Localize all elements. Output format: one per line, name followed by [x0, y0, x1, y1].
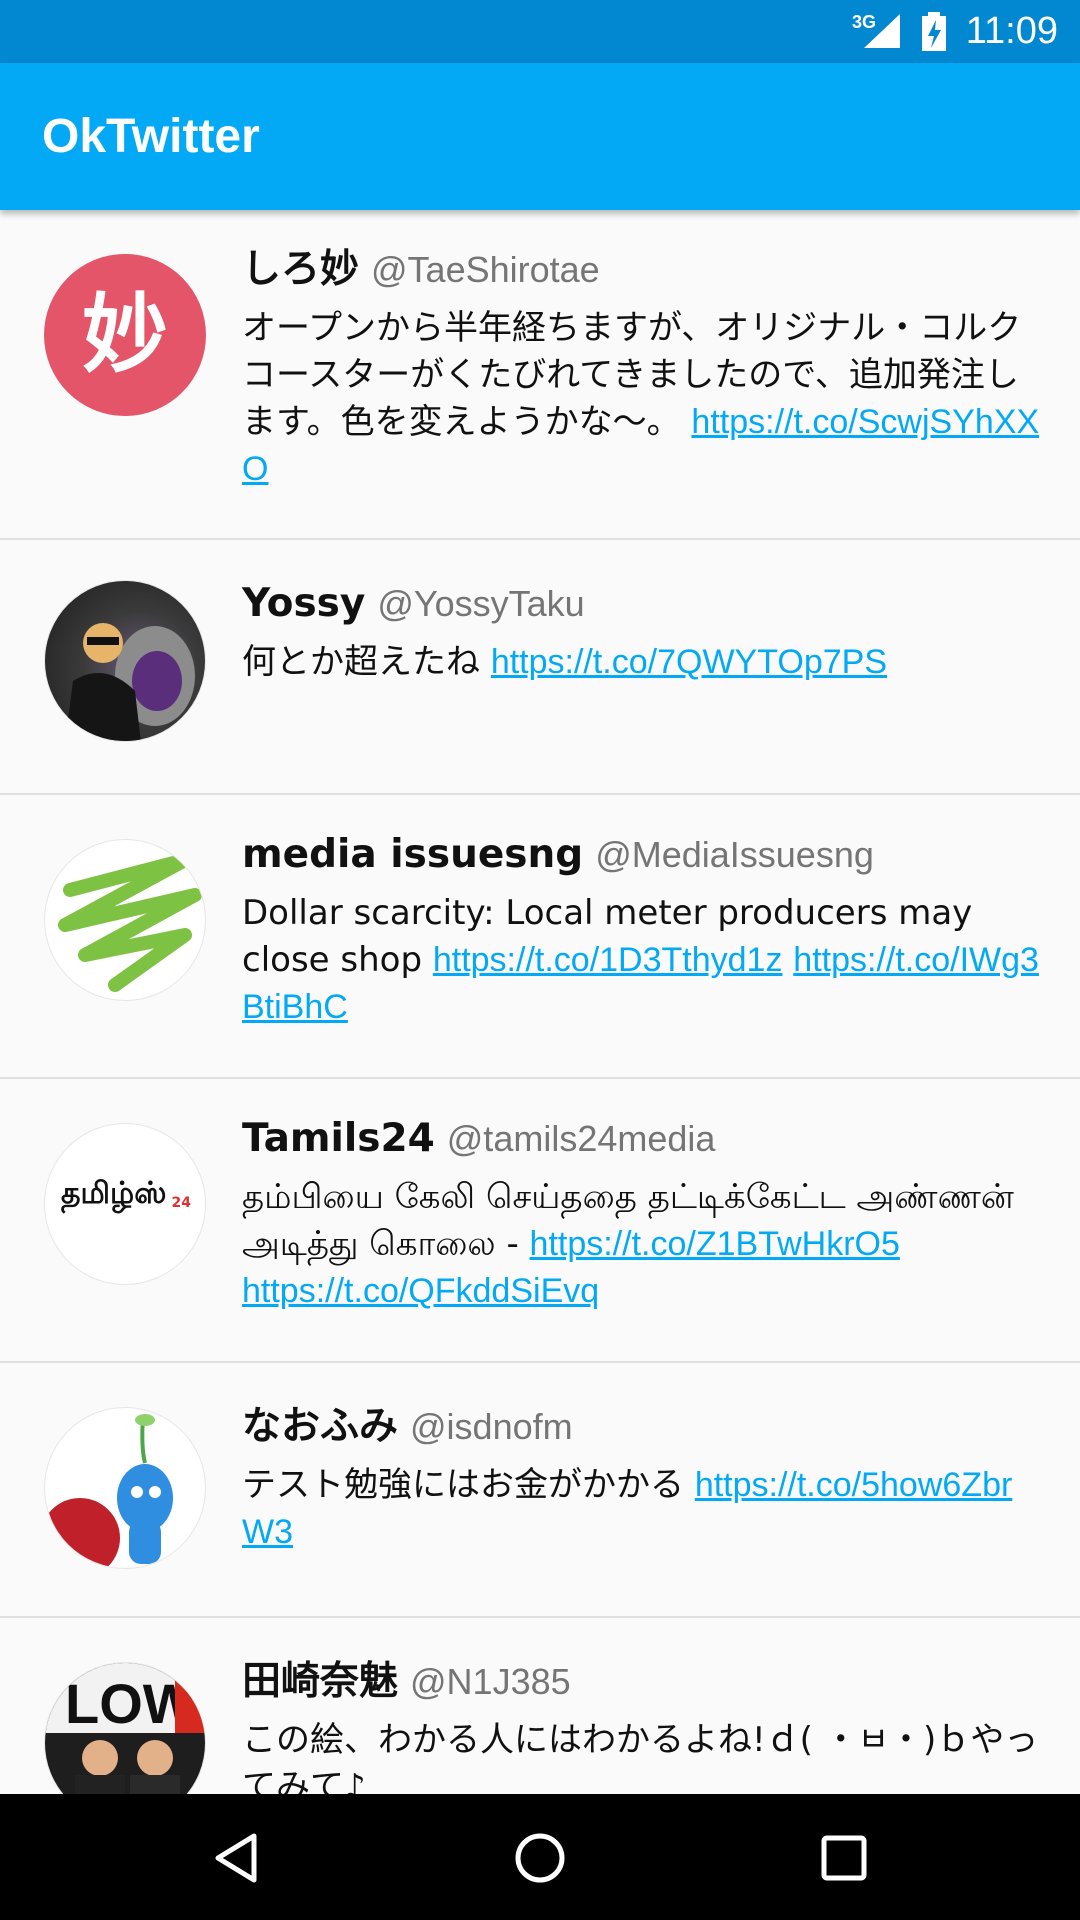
avatar[interactable] [44, 839, 206, 1001]
tweet-item[interactable]: Yossy @YossyTaku 何とか超えたね https://t.co/7QW… [0, 540, 1080, 795]
avatar[interactable]: 妙 [44, 254, 206, 416]
tweet-item[interactable]: 妙 しろ妙 @TaeShirotae オープンから半年経ちますが、オリジナル・コル… [0, 210, 1080, 540]
app-title: OkTwitter [42, 110, 260, 163]
avatar-logo: 妙 [82, 284, 168, 385]
avatar-photo: LOW [45, 1663, 205, 1794]
recents-icon[interactable] [820, 1832, 868, 1884]
status-bar: 3G 11:09 [0, 0, 1080, 63]
signal-icon [864, 14, 900, 48]
avatar[interactable] [44, 1407, 206, 1569]
battery-charging-icon [922, 12, 946, 51]
avatar[interactable]: LOW [44, 1662, 206, 1794]
tweet-body: この絵、わかる人にはわかるよね!ｄ( ・ㅂ・)ｂやってみて♪ [242, 1720, 1039, 1794]
user-name: なおふみ [242, 1404, 399, 1449]
user-handle: @YossyTaku [377, 583, 585, 624]
tweet-item[interactable]: தமிழ்ஸ் 24 Tamils24 @tamils24media தம்பிய… [0, 1079, 1080, 1363]
navigation-bar [0, 1794, 1080, 1920]
avatar-logo [58, 853, 202, 992]
tweet-list[interactable]: 妙 しろ妙 @TaeShirotae オープンから半年経ちますが、オリジナル・コル… [0, 210, 1080, 1794]
avatar[interactable]: தமிழ்ஸ் 24 [44, 1123, 206, 1285]
user-handle: @tamils24media [446, 1118, 716, 1159]
avatar-logo-sub: 24 [171, 1195, 192, 1212]
user-name: Yossy [242, 581, 366, 626]
clock: 11:09 [965, 10, 1058, 52]
tweet-text: 何とか超えたね https://t.co/7QWYTOp7PS [242, 639, 1040, 686]
user-handle: @N1J385 [410, 1661, 571, 1702]
user-name: しろ妙 [242, 247, 360, 292]
user-name: 田崎奈魅 [242, 1659, 399, 1704]
user-handle: @isdnofm [410, 1406, 573, 1447]
avatar-logo: தமிழ்ஸ் 24 [45, 1176, 205, 1215]
tweet-item[interactable]: media issuesng @MediaIssuesng Dollar scar… [0, 795, 1080, 1079]
tweet-item[interactable]: LOW 田崎奈魅 @N1J385 この絵、わかる人にはわかるよね!ｄ( ・ㅂ・)ｂ… [0, 1618, 1080, 1794]
back-icon[interactable] [212, 1832, 260, 1884]
tweet-link[interactable]: https://t.co/7QWYTOp7PS [491, 643, 887, 681]
home-icon[interactable] [514, 1832, 566, 1884]
avatar[interactable] [44, 580, 206, 742]
tweet-text: この絵、わかる人にはわかるよね!ｄ( ・ㅂ・)ｂやってみて♪ [242, 1717, 1040, 1794]
app-bar: OkTwitter [0, 63, 1080, 210]
user-handle: @TaeShirotae [371, 249, 600, 290]
avatar-illustration [45, 1414, 173, 1568]
user-handle: @MediaIssuesng [595, 834, 874, 875]
tweet-link[interactable]: https://t.co/QFkddSiEvq [242, 1272, 599, 1310]
tweet-text: தம்பியை கேலி செய்ததை தட்டிக்கேட்ட அண்ணன்… [242, 1174, 1040, 1315]
tweet-item[interactable]: なおふみ @isdnofm テスト勉強にはお金がかかる https://t.co/… [0, 1363, 1080, 1618]
avatar-logo-text: தமிழ்ஸ் [60, 1176, 167, 1211]
tweet-body: 何とか超えたね [242, 642, 480, 682]
tweet-body: テスト勉強にはお金がかかる [242, 1465, 684, 1505]
tweet-text: テスト勉強にはお金がかかる https://t.co/5how6ZbrW3 [242, 1462, 1040, 1556]
tweet-link[interactable]: https://t.co/Z1BTwHkrO5 [530, 1225, 900, 1263]
avatar-photo [65, 623, 195, 741]
user-name: media issuesng [242, 832, 584, 877]
tweet-link[interactable]: https://t.co/1D3Tthyd1z [433, 941, 783, 979]
tweet-text: オープンから半年経ちますが、オリジナル・コルクコースターがくたびれてきましたので… [242, 305, 1040, 493]
user-name: Tamils24 [242, 1116, 435, 1161]
tweet-text: Dollar scarcity: Local meter producers m… [242, 890, 1040, 1031]
